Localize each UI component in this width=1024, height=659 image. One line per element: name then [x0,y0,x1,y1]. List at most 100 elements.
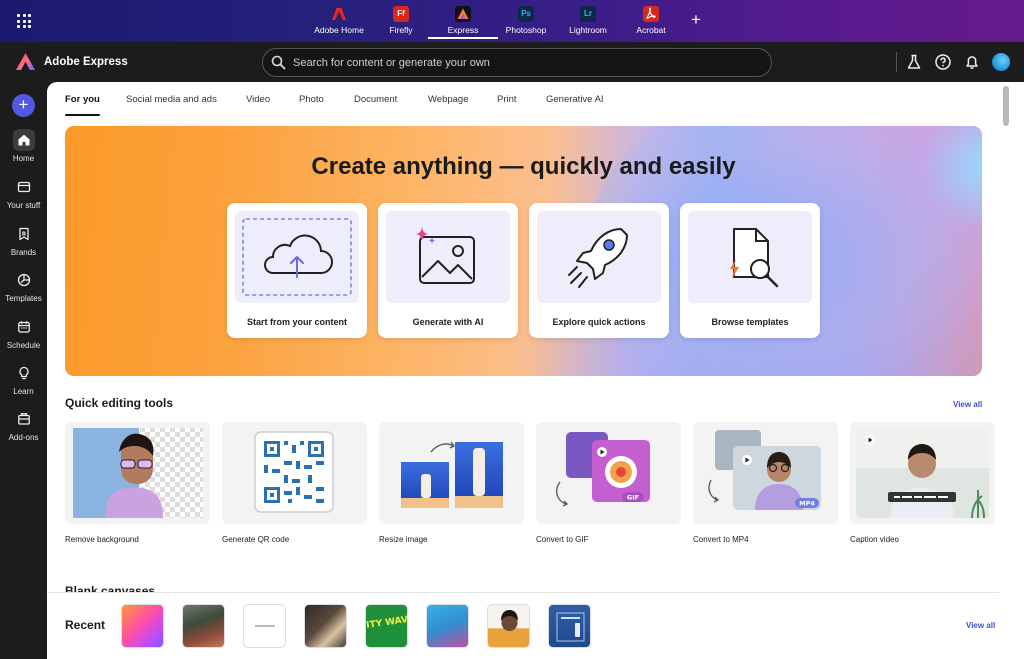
card-label: Browse templates [711,317,789,327]
rail-item-templates[interactable]: Templates [0,269,47,303]
tab-print[interactable]: Print [497,94,517,105]
recent-item[interactable] [121,604,164,648]
tab-document[interactable]: Document [354,94,397,105]
tool-label: Caption video [850,535,899,544]
tool-caption-video[interactable]: Caption video [850,422,995,544]
adobe-express-logo[interactable] [16,53,35,70]
rail-item-schedule[interactable]: Schedule [0,316,47,350]
recent-item[interactable] [426,604,469,648]
app-label: Express [428,25,498,39]
create-new-button[interactable]: + [12,94,35,117]
recent-title: Recent [65,618,106,632]
mp4-badge: MP4 [799,500,815,508]
app-adobe-home[interactable]: Adobe Home [304,6,374,35]
tool-remove-background[interactable]: Remove background [65,422,210,544]
lightbulb-icon [18,366,29,380]
main-panel: For you Social media and ads Video Photo… [47,82,999,659]
svg-text:B: B [21,232,25,238]
app-label: Photoshop [505,25,547,35]
recent-item[interactable] [487,604,530,648]
tool-generate-qr-code[interactable]: Generate QR code [222,422,367,544]
bell-icon[interactable] [963,53,981,71]
recent-view-all-link[interactable]: View all [966,621,995,630]
ai-image-icon [416,227,475,284]
calendar-icon [17,321,30,333]
app-label: Lightroom [569,25,607,35]
recent-item[interactable] [304,604,347,648]
rail-label: Templates [5,294,42,303]
scrollbar-thumb[interactable] [1003,86,1009,126]
rail-item-brands[interactable]: B Brands [0,223,47,257]
app-lightroom[interactable]: Lr Lightroom [553,6,623,35]
tool-thumbnail [850,422,995,524]
search-placeholder: Search for content or generate your own [293,57,490,69]
app-photoshop[interactable]: Ps Photoshop [491,6,561,35]
recent-item[interactable] [182,604,225,648]
help-icon[interactable] [934,53,952,71]
tool-thumbnail [65,422,210,524]
rail-label: Schedule [6,341,41,350]
adobe-home-icon [331,6,347,22]
photoshop-icon: Ps [518,6,534,22]
quick-tools-view-all-link[interactable]: View all [953,400,982,409]
card-label: Start from your content [246,317,347,327]
tool-convert-to-gif[interactable]: GIF Convert to GIF [536,422,681,544]
app-switcher-bar: Adobe Home Ff Firefly Express Ps Photosh… [0,0,1024,42]
hero-card-art [235,211,359,303]
browse-templates-card[interactable]: Browse templates [680,203,820,338]
explore-quick-actions-card[interactable]: Explore quick actions [529,203,669,338]
start-from-content-card[interactable]: Start from your content [227,203,367,338]
tool-label: Convert to GIF [536,535,589,544]
search-input[interactable]: Search for content or generate your own [262,48,772,77]
tab-video[interactable]: Video [246,94,270,105]
template-search-icon [730,228,779,288]
addons-icon [17,413,30,425]
tab-webpage[interactable]: Webpage [428,94,469,105]
templates-icon [17,273,30,287]
app-grid-icon[interactable] [17,14,31,28]
rail-item-your-stuff[interactable]: Your stuff [0,176,47,210]
rocket-icon [568,228,628,288]
tool-label: Convert to MP4 [693,535,749,544]
avatar[interactable] [992,53,1010,71]
recent-item[interactable] [548,604,591,648]
search-icon [271,55,286,70]
tab-generative-ai[interactable]: Generative AI [546,94,604,105]
generate-with-ai-card[interactable]: Generate with AI [378,203,518,338]
hero-card-art [386,211,510,303]
card-label: Explore quick actions [552,317,646,327]
recent-strip: Recent CITY WAVE View all [47,592,999,659]
tab-for-you[interactable]: For you [65,94,100,116]
rail-item-learn[interactable]: Learn [0,362,47,396]
qr-code-icon [254,431,334,513]
express-icon [455,6,471,22]
recent-item[interactable] [243,604,286,648]
rail-item-add-ons[interactable]: Add-ons [0,408,47,442]
tool-thumbnail: MP4 [693,422,838,524]
app-label: Adobe Home [314,25,364,35]
tool-thumbnail [379,422,524,524]
add-app-icon[interactable]: + [691,10,701,30]
tool-resize-image[interactable]: Resize image [379,422,524,544]
app-acrobat[interactable]: Acrobat [616,6,686,35]
app-express[interactable]: Express [428,6,498,39]
recent-item[interactable]: CITY WAVE [365,604,408,648]
tool-label: Resize image [379,535,428,544]
tool-label: Remove background [65,535,139,544]
rail-label: Home [12,154,35,163]
brand-icon: B [18,227,29,241]
tab-photo[interactable]: Photo [299,94,324,105]
app-firefly[interactable]: Ff Firefly [366,6,436,35]
card-label: Generate with AI [412,317,484,327]
home-icon [18,134,29,146]
cloud-upload-icon [242,218,352,296]
rail-label: Brands [10,248,37,257]
brand-name: Adobe Express [44,56,128,68]
rail-item-home[interactable]: Home [0,129,47,163]
main-scrollbar[interactable] [999,82,1024,659]
firefly-icon: Ff [393,6,409,22]
beaker-icon[interactable] [905,53,923,71]
tab-social-media[interactable]: Social media and ads [126,94,217,105]
tool-convert-to-mp4[interactable]: MP4 Convert to MP4 [693,422,838,544]
app-label: Acrobat [636,25,666,35]
